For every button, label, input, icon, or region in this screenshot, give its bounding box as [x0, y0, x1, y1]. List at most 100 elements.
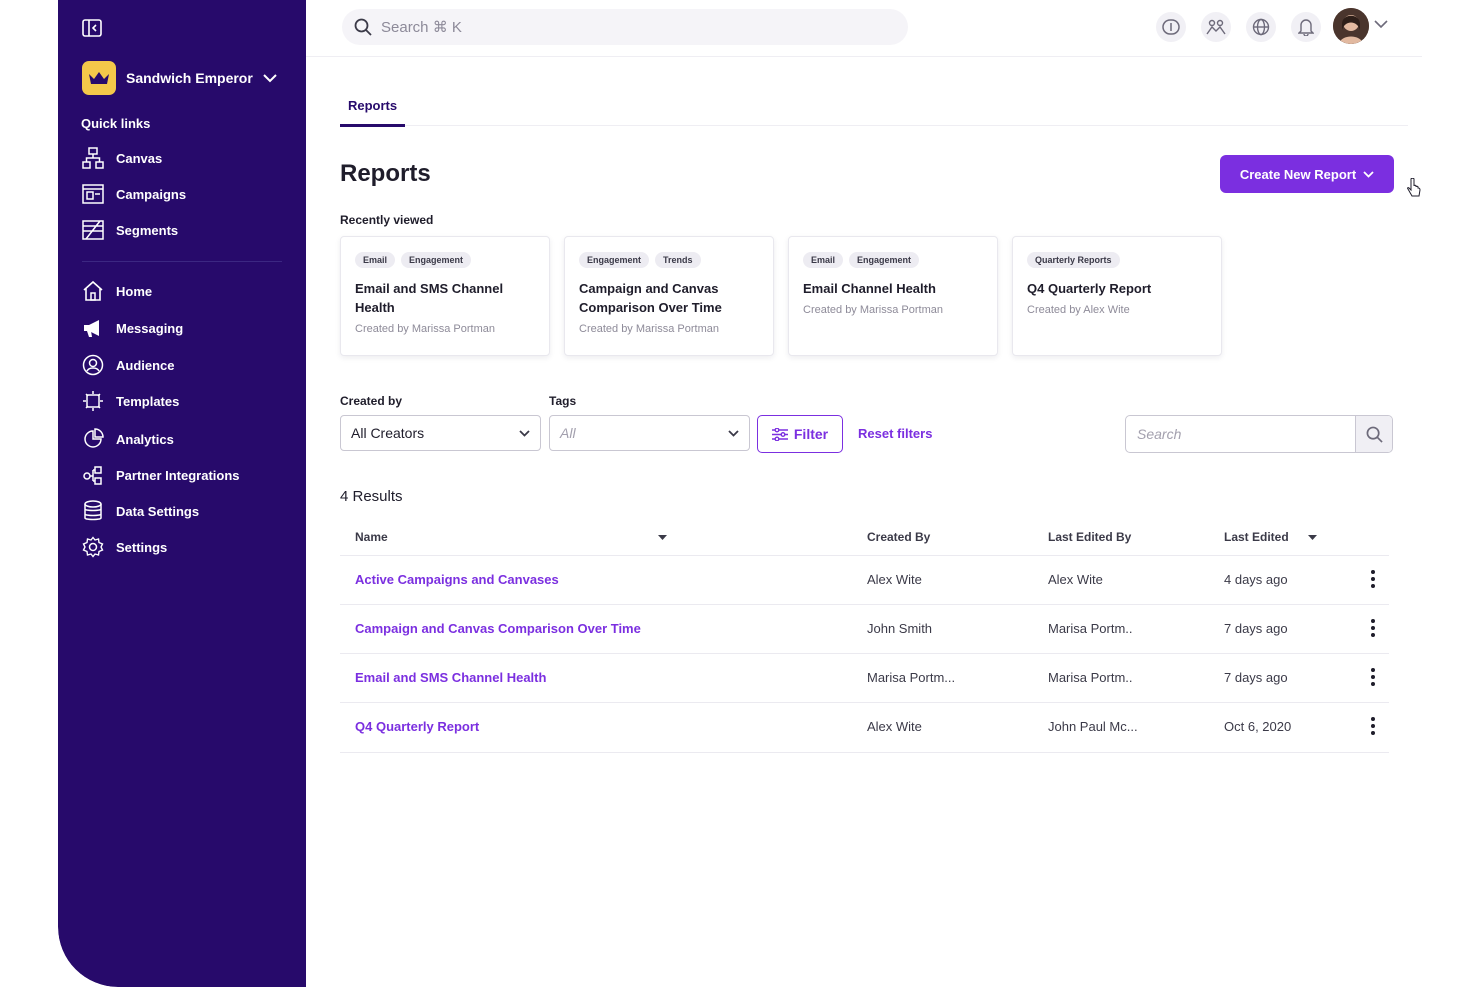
recent-report-card[interactable]: Engagement Trends Campaign and Canvas Co…	[564, 236, 774, 356]
quick-link-campaigns[interactable]: Campaigns	[82, 183, 186, 205]
last-edited-by-cell: Marisa Portm..	[1048, 670, 1133, 685]
column-header-created-by[interactable]: Created By	[867, 518, 930, 555]
campaigns-icon	[82, 184, 104, 204]
recent-report-card[interactable]: Quarterly Reports Q4 Quarterly Report Cr…	[1012, 236, 1222, 356]
tag-chip: Email	[803, 252, 844, 268]
avatar[interactable]	[1333, 8, 1369, 44]
tag-chip: Engagement	[579, 252, 650, 268]
templates-icon	[83, 391, 103, 411]
last-edited-by-cell: Marisa Portm..	[1048, 621, 1133, 636]
card-tags: Email Engagement	[355, 252, 477, 268]
report-name-link[interactable]: Email and SMS Channel Health	[355, 670, 546, 685]
table-search-input[interactable]: Search	[1125, 415, 1393, 453]
card-title: Campaign and Canvas Comparison Over Time	[579, 281, 722, 315]
database-icon	[84, 500, 102, 521]
sidebar-item-label: Templates	[116, 393, 180, 409]
more-options-icon[interactable]	[1371, 668, 1375, 686]
quick-link-canvas[interactable]: Canvas	[82, 147, 162, 169]
sidebar-item-home[interactable]: Home	[82, 280, 152, 302]
org-switcher[interactable]: Sandwich Emperor	[82, 61, 277, 95]
sidebar-item-messaging[interactable]: Messaging	[82, 317, 183, 339]
create-new-report-button[interactable]: Create New Report	[1220, 155, 1394, 193]
tags-value: All	[560, 425, 576, 441]
tags-select[interactable]: All	[549, 415, 750, 451]
created-by-value: All Creators	[351, 425, 425, 441]
card-meta: Created by Marissa Portman	[355, 323, 495, 335]
column-header-name[interactable]: Name	[355, 518, 388, 555]
sidebar-item-templates[interactable]: Templates	[82, 390, 179, 412]
quick-links-title: Quick links	[81, 116, 151, 131]
filter-button[interactable]: Filter	[757, 415, 843, 453]
sidebar-item-analytics[interactable]: Analytics	[82, 428, 174, 450]
created-by-cell: Alex Wite	[867, 572, 922, 587]
sidebar-collapse-icon[interactable]	[82, 19, 102, 37]
table-row: Q4 Quarterly Report Alex Wite John Paul …	[340, 702, 1389, 753]
recent-report-card[interactable]: Email Engagement Email and SMS Channel H…	[340, 236, 550, 356]
card-meta: Created by Marissa Portman	[579, 323, 719, 335]
created-by-label: Created by	[340, 394, 403, 408]
tab-bar: Reports	[340, 56, 1408, 127]
column-header-last-edited-by[interactable]: Last Edited By	[1048, 518, 1131, 555]
analytics-icon	[84, 428, 104, 448]
recent-report-card[interactable]: Email Engagement Email Channel Health Cr…	[788, 236, 998, 356]
table-search-button[interactable]	[1355, 416, 1392, 452]
reset-filters-link[interactable]: Reset filters	[858, 426, 932, 441]
team-icon[interactable]	[1201, 12, 1231, 42]
column-header-label: Name	[355, 530, 388, 544]
sidebar-item-partner-integrations[interactable]: Partner Integrations	[82, 464, 240, 486]
filter-sliders-icon	[771, 427, 788, 441]
tab-reports[interactable]: Reports	[340, 98, 406, 127]
page-title: Reports	[340, 160, 431, 187]
global-search-placeholder: Search ⌘ K	[381, 19, 462, 36]
announcements-icon[interactable]	[1156, 12, 1186, 42]
created-by-select[interactable]: All Creators	[340, 415, 541, 451]
last-edited-cell: 7 days ago	[1224, 621, 1288, 636]
globe-icon[interactable]	[1246, 12, 1276, 42]
chevron-down-icon[interactable]	[1374, 20, 1388, 29]
card-tags: Email Engagement	[803, 252, 925, 268]
tag-chip: Engagement	[401, 252, 472, 268]
card-title: Q4 Quarterly Report	[1027, 281, 1152, 296]
card-meta: Created by Marissa Portman	[803, 304, 943, 316]
tag-chip: Trends	[655, 252, 701, 268]
chevron-down-icon	[519, 429, 530, 437]
report-name-link[interactable]: Active Campaigns and Canvases	[355, 572, 559, 587]
sidebar-item-data-settings[interactable]: Data Settings	[82, 500, 199, 522]
sidebar-item-audience[interactable]: Audience	[82, 354, 175, 376]
last-edited-cell: 7 days ago	[1224, 670, 1288, 685]
quick-link-label: Canvas	[116, 150, 163, 166]
report-name-link[interactable]: Q4 Quarterly Report	[355, 719, 479, 734]
audience-icon	[82, 354, 104, 376]
card-title: Email Channel Health	[803, 281, 936, 296]
more-options-icon[interactable]	[1371, 570, 1375, 588]
hand-cursor-icon	[1407, 178, 1421, 197]
sidebar-item-label: Messaging	[116, 320, 184, 336]
more-options-icon[interactable]	[1371, 717, 1375, 735]
more-options-icon[interactable]	[1371, 619, 1375, 637]
tag-chip: Quarterly Reports	[1027, 252, 1120, 268]
tags-label: Tags	[549, 394, 577, 408]
card-tags: Quarterly Reports	[1027, 252, 1126, 268]
sort-caret-icon[interactable]	[658, 535, 667, 541]
last-edited-by-cell: Alex Wite	[1048, 572, 1103, 587]
column-header-last-edited[interactable]: Last Edited	[1224, 518, 1289, 555]
tag-chip: Email	[355, 252, 396, 268]
org-name: Sandwich Emperor	[126, 70, 253, 86]
last-edited-by-cell: John Paul Mc...	[1048, 719, 1138, 734]
bell-icon[interactable]	[1291, 12, 1321, 42]
sidebar-item-label: Home	[116, 283, 153, 299]
table-row: Campaign and Canvas Comparison Over Time…	[340, 604, 1389, 654]
quick-link-label: Segments	[116, 222, 179, 238]
sidebar-item-settings[interactable]: Settings	[82, 536, 167, 558]
quick-link-segments[interactable]: Segments	[82, 219, 178, 241]
crown-icon	[82, 61, 116, 95]
chevron-down-icon	[263, 73, 277, 82]
created-by-cell: Marisa Portm...	[867, 670, 956, 685]
results-count: 4 Results	[340, 488, 403, 505]
sort-caret-icon[interactable]	[1308, 535, 1317, 541]
created-by-cell: Alex Wite	[867, 719, 922, 734]
global-search-input[interactable]: Search ⌘ K	[342, 9, 908, 45]
table-row: Email and SMS Channel Health Marisa Port…	[340, 653, 1389, 703]
report-name-link[interactable]: Campaign and Canvas Comparison Over Time	[355, 621, 641, 636]
sidebar-item-label: Data Settings	[116, 503, 200, 519]
